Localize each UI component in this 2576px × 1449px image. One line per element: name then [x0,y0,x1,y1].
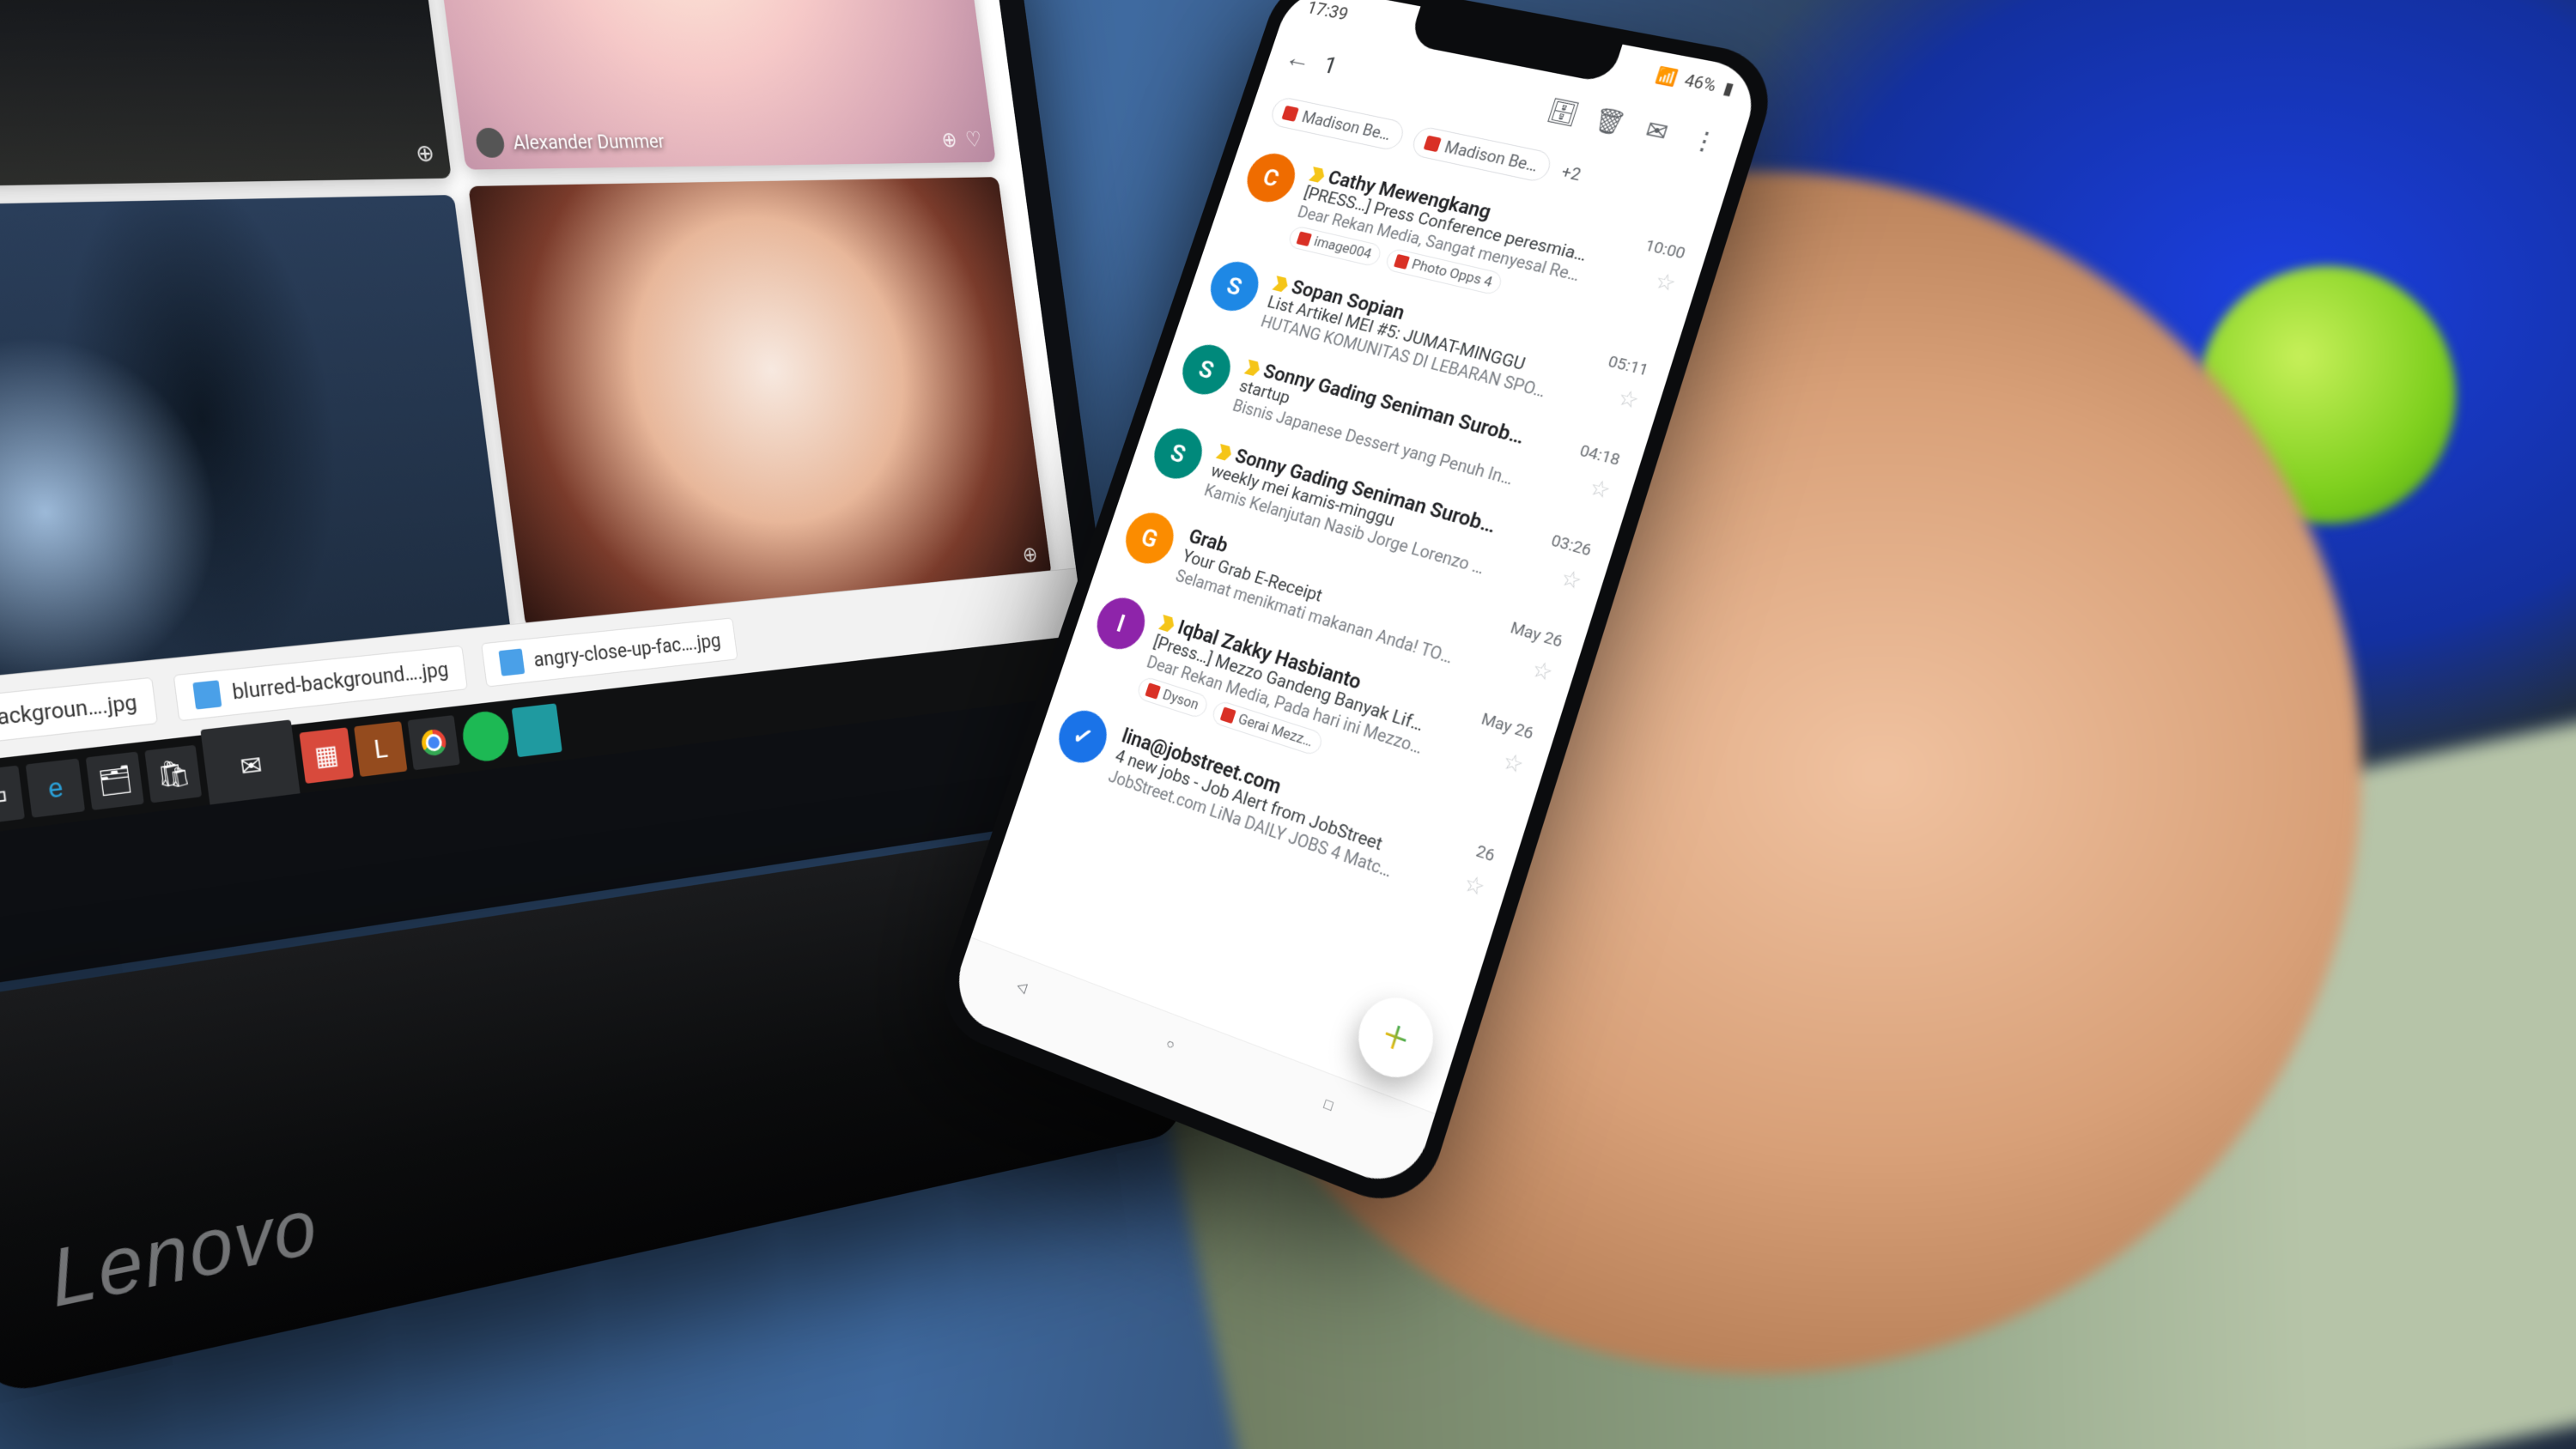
task-view-icon[interactable]: ▭ [0,766,25,826]
email-time: May 26 [1479,708,1536,743]
author-avatar[interactable] [475,128,507,158]
star-icon[interactable]: ☆ [1461,870,1488,902]
chrome-icon[interactable] [407,715,459,770]
mail-icon[interactable]: ✉ [200,719,301,809]
file-icon [192,680,222,709]
edge-icon[interactable]: e [26,758,85,817]
email-time: 04:18 [1577,440,1623,470]
add-icon[interactable]: ⊕ [1021,541,1039,567]
importance-marker-icon [1244,360,1262,377]
star-icon[interactable]: ☆ [1499,748,1527,779]
file-icon [1220,706,1236,724]
photo-scene: ⊕ ⊕♡ Alexander Dummer [0,0,2576,1449]
file-icon [1145,682,1161,699]
thumbnail-dark[interactable]: ⊕ [0,0,452,189]
sender-avatar: C [1241,149,1302,207]
add-icon[interactable]: ⊕ [940,127,958,152]
chip-label: Madison Be… [1442,137,1540,176]
importance-marker-icon [1158,615,1176,633]
star-icon[interactable]: ☆ [1614,385,1642,415]
archive-icon[interactable]: 🗄 [1542,94,1584,131]
heart-icon[interactable]: ♡ [964,127,983,152]
file-icon [498,648,525,676]
sender-avatar: S [1147,423,1208,484]
email-time: 10:00 [1643,235,1688,263]
file-icon [1423,136,1441,153]
file-icon [1296,232,1312,247]
nav-recent-icon[interactable]: □ [1315,1094,1365,1149]
status-time: 17:39 [1304,0,1351,24]
chip-overflow[interactable]: +2 [1559,161,1583,185]
app-teal-icon[interactable] [512,703,562,757]
sender-avatar: ✓ [1052,705,1113,769]
nav-back-icon[interactable]: ◁ [1007,977,1054,1028]
email-time: 03:26 [1549,530,1595,560]
more-icon[interactable]: ⋮ [1683,121,1727,160]
sender-avatar: S [1176,340,1236,400]
app-red-icon[interactable]: ▦ [299,727,354,784]
mark-unread-icon[interactable]: ✉ [1635,112,1678,150]
email-time: 26 [1473,840,1498,866]
file-icon [1281,106,1299,122]
explorer-icon[interactable]: 🗂 [86,752,144,810]
back-icon[interactable]: ← [1281,41,1315,76]
thumbnail-baby[interactable]: Alexander Dummer ⊕♡ [419,0,995,170]
star-icon[interactable]: ☆ [1558,565,1585,596]
star-icon[interactable]: ☆ [1528,656,1556,687]
download-filename: angry-close-up-fac….jpg [532,628,722,671]
importance-marker-icon [1309,167,1327,183]
laptop-screen: ⊕ ⊕♡ Alexander Dummer [0,0,1093,852]
download-filename: blurred-backgroun….jpg [0,690,138,740]
spotify-icon[interactable] [460,709,512,764]
sender-avatar: G [1119,507,1180,569]
importance-marker-icon [1216,444,1234,462]
store-icon[interactable]: 🛍 [144,745,202,803]
email-time: May 26 [1508,617,1565,652]
star-icon[interactable]: ☆ [1586,475,1613,505]
file-icon [1393,254,1409,270]
selection-count: 1 [1320,51,1341,80]
download-filename: blurred-background….jpg [231,658,450,705]
browser-window[interactable]: ⊕ ⊕♡ Alexander Dummer [0,0,1093,852]
nav-home-icon[interactable]: ○ [1157,1034,1205,1088]
thumbnail-scream[interactable]: ⊕ [468,177,1052,628]
author-name[interactable]: Alexander Dummer [512,130,665,154]
sender-avatar: S [1204,257,1265,315]
delete-icon[interactable]: 🗑 [1589,103,1631,142]
office-icon[interactable]: L [354,721,407,777]
signal-icon: 📶 [1654,65,1680,88]
add-icon[interactable]: ⊕ [414,139,436,167]
star-icon[interactable]: ☆ [1652,269,1680,298]
battery-icon: ▮ [1721,78,1736,100]
battery-label: 46% [1682,70,1719,95]
download-chip[interactable]: angry-close-up-fac….jpg [481,617,738,687]
plus-icon: + [1376,1008,1415,1067]
importance-marker-icon [1272,276,1290,293]
sender-avatar: I [1091,592,1151,656]
email-time: 05:11 [1606,351,1651,379]
chip-label: Madison Be… [1299,107,1393,144]
